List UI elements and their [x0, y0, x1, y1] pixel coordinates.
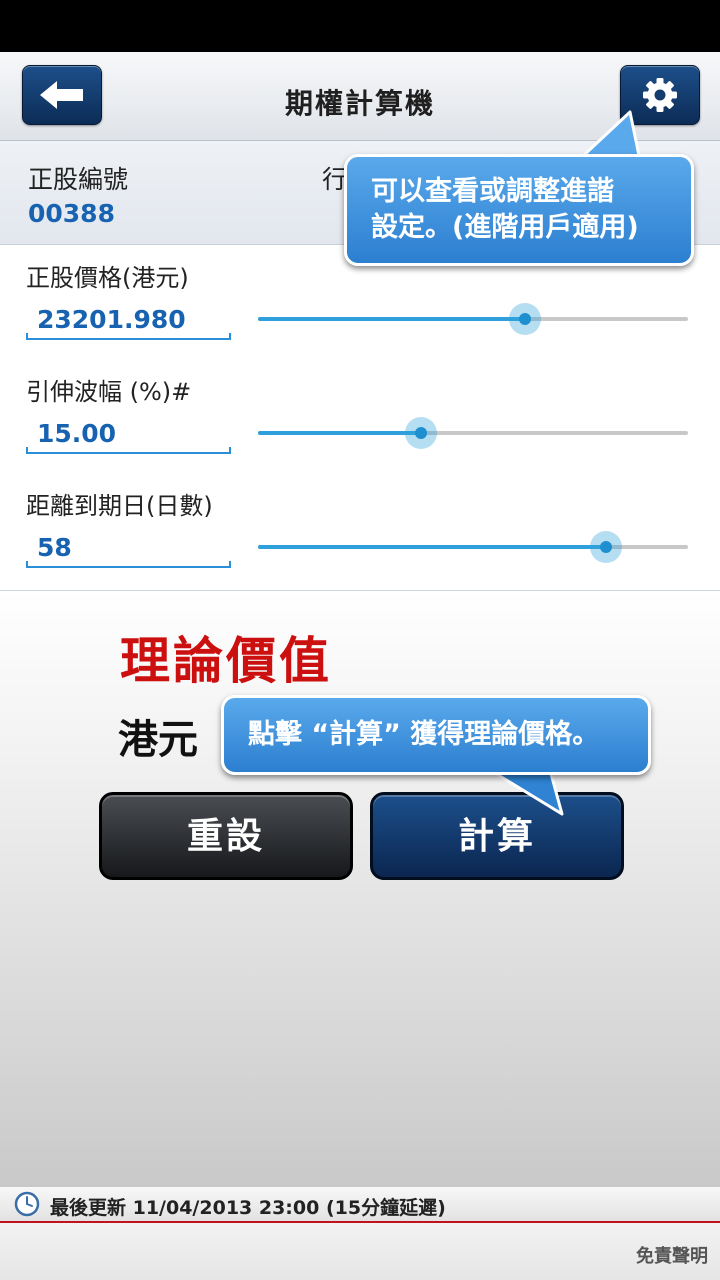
days-to-expiry-label: 距離到期日(日數)	[26, 492, 213, 520]
slider-thumb[interactable]	[519, 313, 531, 325]
implied-volatility-slider[interactable]	[258, 416, 688, 450]
stock-code-label: 正股編號	[28, 165, 129, 194]
stock-price-input[interactable]: 23201.980	[26, 302, 231, 340]
disclaimer-link[interactable]: 免責聲明	[636, 1242, 708, 1268]
status-bar	[0, 0, 720, 52]
days-to-expiry-slider[interactable]	[258, 530, 688, 564]
reset-button[interactable]: 重設	[99, 792, 353, 880]
calculate-tooltip-pointer	[488, 770, 564, 816]
days-to-expiry-input[interactable]: 58	[26, 530, 231, 568]
implied-volatility-input[interactable]: 15.00	[26, 416, 231, 454]
input-panel: 正股價格(港元) 23201.980 引伸波幅 (%)# 15.00 距離到期日…	[0, 245, 720, 591]
settings-tooltip-line1: 可以查看或調整進諧	[371, 176, 614, 207]
slider-thumb[interactable]	[600, 541, 612, 553]
slider-thumb[interactable]	[415, 427, 427, 439]
slider-fill	[258, 545, 606, 549]
slider-fill	[258, 431, 421, 435]
bottom-bar: 免責聲明	[0, 1223, 720, 1280]
stock-price-label: 正股價格(港元)	[26, 264, 189, 292]
stock-code-value[interactable]: 00388	[28, 199, 115, 228]
calculate-tooltip: 點擊 “計算” 獲得理論價格。	[221, 695, 651, 775]
settings-tooltip-line2: 設定。(進階用戶適用)	[371, 212, 639, 243]
stock-price-slider[interactable]	[258, 302, 688, 336]
clock-icon	[14, 1191, 40, 1217]
result-panel: 理論價值 港元 重設 計算	[0, 591, 720, 1187]
result-currency: 港元	[118, 717, 198, 763]
slider-fill	[258, 317, 525, 321]
calculate-tooltip-text: 點擊 “計算” 獲得理論價格。	[248, 719, 600, 750]
settings-tooltip: 可以查看或調整進諧 設定。(進階用戶適用)	[344, 154, 694, 266]
update-status-bar: 最後更新 11/04/2013 23:00 (15分鐘延遲)	[0, 1187, 720, 1223]
theoretical-value-title: 理論價值	[120, 632, 332, 690]
implied-volatility-label: 引伸波幅 (%)#	[26, 378, 192, 406]
last-update-text: 最後更新 11/04/2013 23:00 (15分鐘延遲)	[50, 1197, 446, 1219]
